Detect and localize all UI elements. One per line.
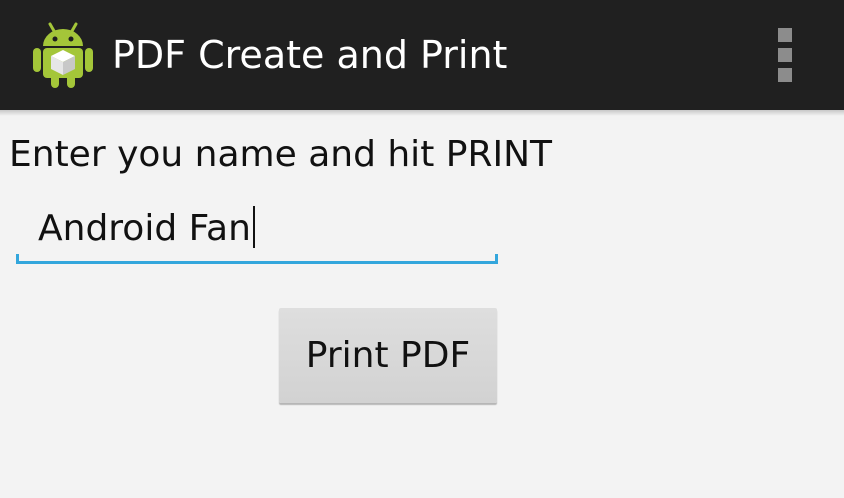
android-robot-icon[interactable] — [30, 20, 96, 90]
text-caret — [252, 206, 255, 248]
input-underline-right-tick — [495, 254, 498, 264]
overflow-menu-icon[interactable] — [770, 24, 800, 86]
name-input[interactable]: Android Fan — [16, 198, 498, 268]
name-input-text: Android Fan — [38, 208, 251, 249]
input-underline-left-tick — [16, 254, 19, 264]
input-underline — [16, 261, 498, 264]
name-input-value[interactable]: Android Fan — [38, 206, 255, 252]
action-bar-shadow — [0, 110, 844, 116]
print-pdf-button[interactable]: Print PDF — [279, 308, 497, 403]
app-title: PDF Create and Print — [112, 33, 508, 77]
prompt-label: Enter you name and hit PRINT — [9, 134, 553, 175]
action-bar: PDF Create and Print — [0, 0, 844, 110]
